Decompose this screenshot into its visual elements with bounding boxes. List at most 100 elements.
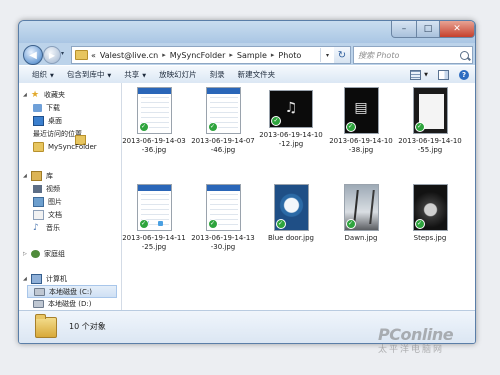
refresh-icon: ↻ [337,49,347,61]
search-icon [460,50,469,60]
file-name: 2013-06-19-14-10-12.jpg [259,131,323,148]
organize-label: 组织 [32,70,47,79]
sidebar-item-drive-c[interactable]: 本地磁盘 (C:) [27,285,117,298]
pictures-icon [33,196,44,207]
sidebar-item-mysyncfolder[interactable]: MySyncFolder [33,141,97,152]
back-button[interactable]: ◀ [23,45,43,65]
file-item[interactable]: ✓ 2013-06-19-14-11-25.jpg [122,184,186,252]
share-menu[interactable]: 共享 ▼ [124,69,146,80]
sidebar-item-drive-d[interactable]: 本地磁盘 (D:) [33,298,91,309]
chevron-down-icon[interactable]: ▼ [424,72,428,78]
new-folder-button[interactable]: 新建文件夹 [238,69,276,80]
video-icon [33,184,42,193]
sidebar-label: 本地磁盘 (C:) [49,287,92,296]
image-thumbnail: ✓ [343,184,379,231]
forward-button[interactable]: ▶ [43,46,61,64]
file-item[interactable]: ✓ 2013-06-19-14-03-36.jpg [122,87,186,155]
file-item[interactable]: ✓ 2013-06-19-14-07-46.jpg [191,87,255,155]
file-item[interactable]: ▤ ✓ 2013-06-19-14-10-38.jpg [329,87,393,155]
search-box[interactable]: 搜索 Photo [353,46,473,64]
computer-icon [31,273,42,284]
sidebar-label: 桌面 [48,116,62,125]
sync-check-icon: ✓ [138,219,149,229]
arrow-right-icon: ▶ [48,50,56,60]
document-icon [33,209,44,220]
sidebar-item-videos[interactable]: 视频 [33,183,60,194]
library-icon [31,170,42,181]
breadcrumb-account[interactable]: Valest@live.cn [100,51,158,60]
breadcrumb-mysyncfolder[interactable]: MySyncFolder [170,51,226,60]
file-item[interactable]: ✓ Steps.jpg [400,184,460,243]
burn-button[interactable]: 刻录 [210,69,225,80]
navigation-row: ◀ ▶ ▾ « Valest@live.cn ▸ MySyncFolder ▸ … [19,43,475,65]
file-list: ✓ 2013-06-19-14-03-36.jpg ✓ 2013-06-19-1… [122,83,475,310]
slideshow-button[interactable]: 放映幻灯片 [159,69,197,80]
sidebar-item-downloads[interactable]: 下载 [33,102,60,113]
address-bar[interactable]: « Valest@live.cn ▸ MySyncFolder ▸ Sample… [71,46,335,64]
item-count: 10 个对象 [69,322,106,331]
file-name: 2013-06-19-14-10-38.jpg [329,137,393,154]
sidebar-item-recent-places[interactable]: 最近访问的位置 [33,128,86,145]
watermark-subtitle: 太平洋电脑网 [378,345,445,355]
sync-check-icon: ✓ [138,122,149,132]
share-label: 共享 [124,70,140,79]
file-name: Blue door.jpg [267,234,315,242]
sync-check-icon: ✓ [345,219,356,229]
folder-icon [35,314,57,338]
file-item[interactable]: ✓ 2013-06-19-14-10-55.jpg [398,87,462,155]
sidebar-group-favorites[interactable]: ◢ ★ 收藏夹 [23,89,65,100]
sidebar-label: 计算机 [46,274,67,283]
help-icon[interactable]: ? [459,69,469,80]
search-input[interactable]: 搜索 Photo [358,50,399,61]
sync-check-icon: ✓ [271,116,281,126]
sync-check-icon: ✓ [207,122,218,132]
sidebar-label: MySyncFolder [48,142,97,151]
image-thumbnail: ✓ [412,184,448,231]
expand-arrow-icon: ▷ [23,250,27,257]
include-in-library-menu[interactable]: 包含到库中 ▼ [67,69,111,80]
sidebar-label: 收藏夹 [44,90,65,99]
organize-menu[interactable]: 组织 ▼ [32,69,54,80]
include-label: 包含到库中 [66,70,105,79]
breadcrumb-separator[interactable]: ▸ [229,51,233,59]
sidebar-item-pictures[interactable]: 图片 [33,196,62,207]
arrow-left-icon: ◀ [29,49,37,61]
file-item[interactable]: ♫ ✓ 2013-06-19-14-10-12.jpg [259,87,323,149]
breadcrumb-separator[interactable]: ▸ [271,51,275,59]
refresh-button[interactable]: ↻ [334,46,351,64]
minimize-button[interactable]: – [391,21,417,38]
breadcrumb-overflow[interactable]: « [91,51,96,60]
image-thumbnail: ✓ [136,87,172,134]
image-thumbnail: ✓ [412,87,448,134]
sync-check-icon: ✓ [345,122,356,132]
preview-pane-icon[interactable] [438,69,449,80]
file-item[interactable]: ✓ Blue door.jpg [261,184,321,243]
breadcrumb-separator[interactable]: ▸ [162,51,166,59]
sidebar-group-computer[interactable]: ◢ 计算机 [23,273,67,284]
chevron-down-icon: ▼ [50,73,54,79]
file-item[interactable]: ✓ 2013-06-19-14-13-30.jpg [191,184,255,252]
sidebar-label: 本地磁盘 (D:) [48,299,92,308]
file-name: Dawn.jpg [344,234,378,242]
file-name: 2013-06-19-14-13-30.jpg [191,234,255,251]
expand-arrow-icon: ◢ [23,91,27,98]
sidebar-label: 文档 [48,210,62,219]
address-history-dropdown[interactable]: ▾ [320,48,334,62]
file-name: 2013-06-19-14-11-25.jpg [122,234,186,251]
sidebar-group-libraries[interactable]: ◢ 库 [23,170,53,181]
file-item[interactable]: ✓ Dawn.jpg [331,184,391,243]
view-options-icon[interactable] [410,69,422,80]
breadcrumb-sample[interactable]: Sample [237,51,267,60]
close-button[interactable]: ✕ [439,21,475,38]
chevron-down-icon: ▼ [107,73,112,79]
breadcrumb-photo[interactable]: Photo [278,51,301,60]
sidebar-item-documents[interactable]: 文档 [33,209,62,220]
maximize-button[interactable]: □ [416,21,440,38]
sidebar-item-desktop[interactable]: 桌面 [33,115,62,126]
sync-check-icon: ✓ [207,219,218,229]
sidebar-item-homegroup[interactable]: ▷ 家庭组 [23,248,65,259]
sidebar-label: 家庭组 [44,249,65,258]
sidebar-item-music[interactable]: ♪ 音乐 [33,222,60,233]
command-bar: 组织 ▼ 包含到库中 ▼ 共享 ▼ 放映幻灯片 刻录 新建文件夹 ▼ ? [19,65,475,84]
recent-pages-dropdown[interactable]: ▾ [61,50,64,57]
